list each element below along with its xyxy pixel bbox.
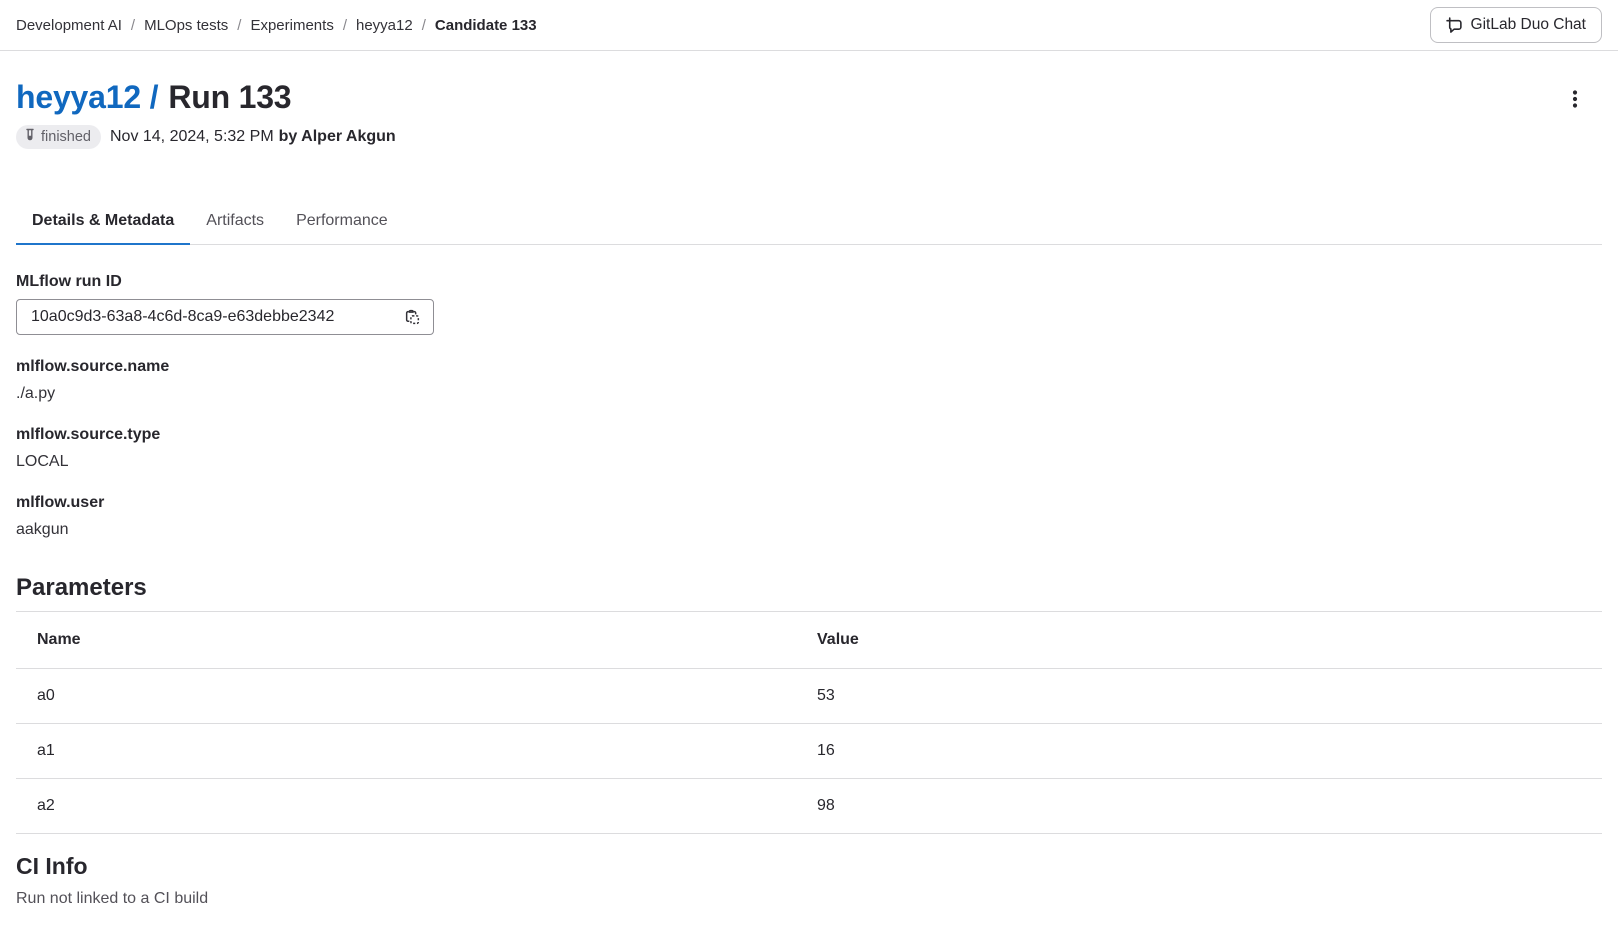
table-row: a1 16 bbox=[16, 724, 1602, 779]
details-section: MLflow run ID mlflow.source.name ./a.py … bbox=[16, 273, 1602, 539]
page-title: heyya12 / Run 133 bbox=[16, 77, 291, 117]
table-row: a0 53 bbox=[16, 669, 1602, 724]
ci-info-message: Run not linked to a CI build bbox=[16, 890, 1602, 908]
breadcrumb-item-mlops-tests[interactable]: MLOps tests bbox=[144, 17, 228, 34]
ci-info-heading: CI Info bbox=[16, 852, 1602, 880]
parameters-header-row: Name Value bbox=[16, 612, 1602, 669]
top-bar: Development AI / MLOps tests / Experimen… bbox=[0, 0, 1618, 51]
metadata-label: mlflow.user bbox=[16, 494, 1602, 512]
column-header-name: Name bbox=[16, 612, 809, 669]
metadata-value: aakgun bbox=[16, 521, 1602, 539]
breadcrumb-item-development-ai[interactable]: Development AI bbox=[16, 17, 122, 34]
run-author: by Alper Akgun bbox=[279, 128, 396, 146]
copy-to-clipboard-icon bbox=[404, 314, 421, 329]
breadcrumb-separator: / bbox=[131, 17, 135, 34]
run-id-label: MLflow run ID bbox=[16, 273, 1602, 291]
metadata-label: mlflow.source.type bbox=[16, 426, 1602, 444]
param-value: 53 bbox=[809, 669, 1602, 724]
param-name: a1 bbox=[16, 724, 809, 779]
breadcrumb-separator: / bbox=[343, 17, 347, 34]
breadcrumb-separator: / bbox=[237, 17, 241, 34]
breadcrumb-item-heyya12[interactable]: heyya12 bbox=[356, 17, 413, 34]
parameters-table: Name Value a0 53 a1 16 a2 98 bbox=[16, 611, 1602, 834]
param-value: 98 bbox=[809, 779, 1602, 834]
run-id-input[interactable] bbox=[21, 308, 400, 326]
parameters-heading: Parameters bbox=[16, 573, 1602, 603]
test-tube-icon bbox=[23, 128, 37, 146]
title-row: heyya12 / Run 133 bbox=[16, 77, 1602, 117]
tab-details-metadata[interactable]: Details & Metadata bbox=[16, 199, 190, 244]
metadata-value: LOCAL bbox=[16, 453, 1602, 471]
breadcrumb-item-candidate-133: Candidate 133 bbox=[435, 17, 537, 34]
run-timestamp: Nov 14, 2024, 5:32 PM bbox=[110, 128, 274, 146]
experiment-link[interactable]: heyya12 / bbox=[16, 79, 158, 115]
tab-performance[interactable]: Performance bbox=[280, 199, 404, 244]
breadcrumb-item-experiments[interactable]: Experiments bbox=[250, 17, 333, 34]
column-header-value: Value bbox=[809, 612, 1602, 669]
param-value: 16 bbox=[809, 724, 1602, 779]
breadcrumb-separator: / bbox=[422, 17, 426, 34]
metadata-value: ./a.py bbox=[16, 385, 1602, 403]
gitlab-duo-chat-button[interactable]: GitLab Duo Chat bbox=[1430, 7, 1602, 43]
breadcrumb: Development AI / MLOps tests / Experimen… bbox=[16, 17, 537, 34]
run-actions-kebab-button[interactable] bbox=[1562, 85, 1588, 113]
run-id-box bbox=[16, 299, 434, 335]
main-content: heyya12 / Run 133 finished Nov 14, 2024, … bbox=[0, 77, 1618, 908]
duo-chat-button-label: GitLab Duo Chat bbox=[1471, 16, 1586, 34]
run-tabs: Details & Metadata Artifacts Performance bbox=[16, 199, 1602, 245]
run-meta-row: finished Nov 14, 2024, 5:32 PM by Alper … bbox=[16, 125, 1602, 149]
run-name: Run 133 bbox=[168, 79, 291, 115]
tab-artifacts[interactable]: Artifacts bbox=[190, 199, 280, 244]
param-name: a2 bbox=[16, 779, 809, 834]
duo-chat-icon bbox=[1446, 17, 1463, 34]
copy-run-id-button[interactable] bbox=[400, 305, 425, 330]
param-name: a0 bbox=[16, 669, 809, 724]
status-badge: finished bbox=[16, 125, 101, 149]
vertical-ellipsis-icon bbox=[1566, 97, 1584, 112]
table-row: a2 98 bbox=[16, 779, 1602, 834]
metadata-label: mlflow.source.name bbox=[16, 358, 1602, 376]
status-badge-label: finished bbox=[41, 129, 91, 145]
